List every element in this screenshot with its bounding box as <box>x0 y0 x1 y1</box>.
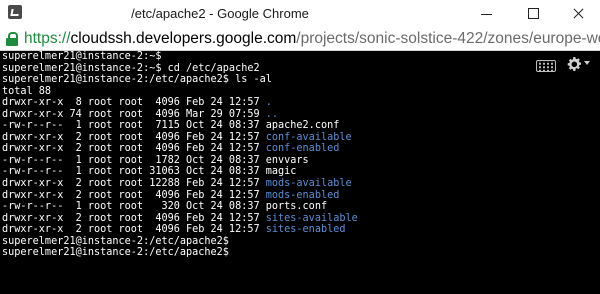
terminal-line: drwxr-xr-x 2 root root 4096 Feb 24 12:57… <box>2 131 352 143</box>
url-text[interactable]: https://cloudssh.developers.google.com/p… <box>24 28 600 50</box>
chevron-down-icon[interactable] <box>584 61 590 65</box>
terminal-line: total 88 <box>2 85 52 97</box>
terminal-line: -rw-r--r-- 1 root root 1782 Oct 24 08:37… <box>2 154 309 166</box>
terminal-output[interactable]: superelmer21@instance-2:~$ superelmer21@… <box>0 51 600 294</box>
address-bar[interactable]: https://cloudssh.developers.google.com/p… <box>0 28 600 51</box>
terminal-line: superelmer21@instance-2:/etc/apache2$ <box>2 247 229 259</box>
terminal-line: superelmer21@instance-2:/etc/apache2$ <box>2 235 229 247</box>
url-host: cloudssh.developers.google.com <box>70 30 297 47</box>
terminal-line: drwxr-xr-x 2 root root 12288 Feb 24 12:5… <box>2 178 352 190</box>
terminal-line: drwxr-xr-x 74 root root 4096 Mar 29 07:5… <box>2 108 279 120</box>
terminal-line: drwxr-xr-x 2 root root 4096 Feb 24 12:57… <box>2 212 358 224</box>
keyboard-icon[interactable] <box>536 60 556 72</box>
url-path: /projects/sonic-solstice-422/zones/europ… <box>296 30 600 47</box>
window-title: /etc/apache2 - Google Chrome <box>131 6 309 21</box>
minimize-button[interactable] <box>464 0 510 28</box>
window-titlebar: /etc/apache2 - Google Chrome <box>0 0 600 29</box>
terminal-line: superelmer21@instance-2:~$ <box>2 51 162 62</box>
lock-icon[interactable] <box>6 32 18 46</box>
close-button[interactable] <box>556 0 600 28</box>
terminal-line: drwxr-xr-x 2 root root 4096 Feb 24 12:57… <box>2 143 340 155</box>
terminal-line: drwxr-xr-x 8 root root 4096 Feb 24 12:57… <box>2 97 272 109</box>
terminal-line: -rw-r--r-- 1 root root 31063 Oct 24 08:3… <box>2 166 297 178</box>
terminal-line: drwxr-xr-x 2 root root 4096 Feb 24 12:57… <box>2 189 340 201</box>
gear-icon[interactable] <box>566 56 582 72</box>
maximize-button[interactable] <box>510 0 556 28</box>
terminal-line: -rw-r--r-- 1 root root 320 Oct 24 08:37 … <box>2 201 328 213</box>
terminal-line: superelmer21@instance-2:~$ cd /etc/apach… <box>2 62 260 74</box>
terminal-line: superelmer21@instance-2:/etc/apache2$ ls… <box>2 74 272 86</box>
terminal-line: drwxr-xr-x 2 root root 4096 Feb 24 12:57… <box>2 224 346 236</box>
url-scheme: https:// <box>24 30 71 47</box>
terminal-line: -rw-r--r-- 1 root root 7115 Oct 24 08:37… <box>2 120 340 132</box>
